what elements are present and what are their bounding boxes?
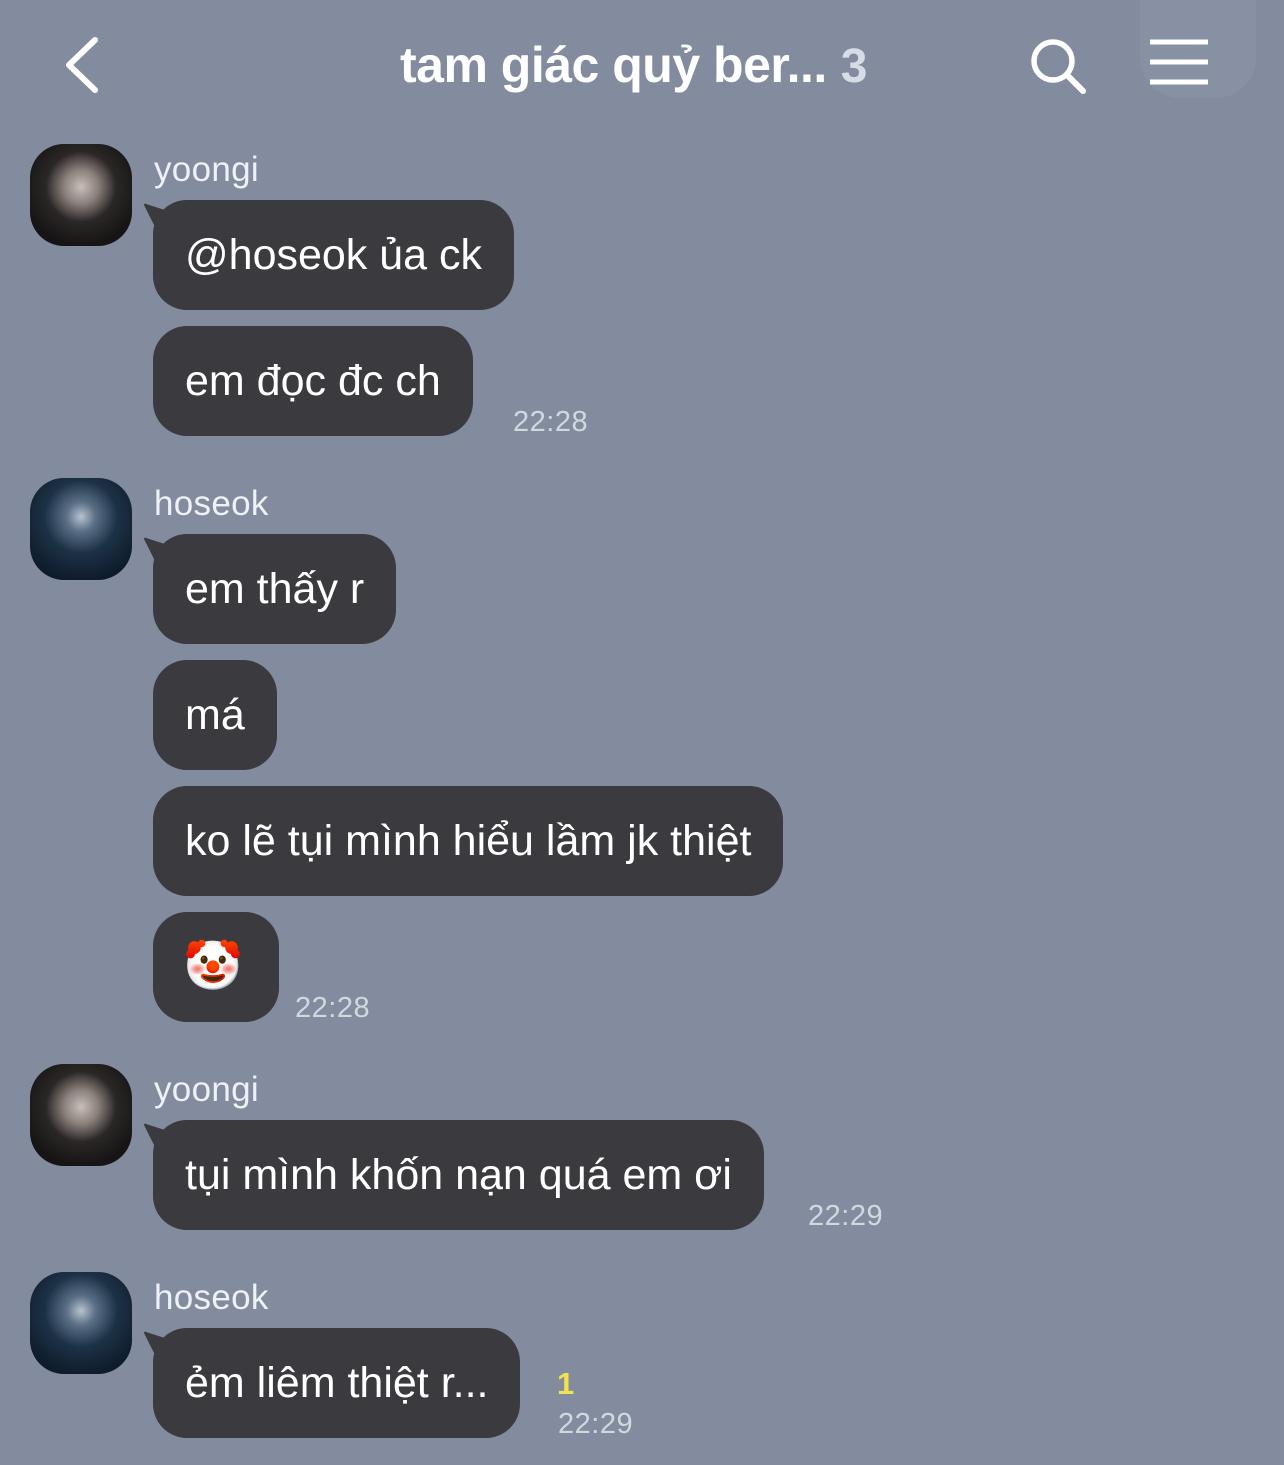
message-bubble[interactable]: @hoseok ủa ck xyxy=(153,200,515,310)
message-bubble[interactable]: em đọc đc ch xyxy=(153,326,473,436)
message-timestamp: 22:29 xyxy=(808,1200,884,1232)
chevron-left-icon xyxy=(66,37,98,93)
chat-screen: tam giác quỷ ber... 3 yoongi @hoseok ủa … xyxy=(0,0,1284,1465)
message-bubble[interactable]: ẻm liêm thiệt r... xyxy=(153,1328,521,1438)
message-timestamp: 22:29 xyxy=(558,1408,634,1440)
message-timestamp: 22:28 xyxy=(295,992,371,1024)
yoongi-avatar[interactable] xyxy=(30,144,132,246)
emoji-bubble[interactable]: 🤡 xyxy=(153,912,279,1022)
chat-title: tam giác quỷ ber... xyxy=(400,37,827,93)
sender-name: yoongi xyxy=(154,1070,259,1109)
hoseok-avatar[interactable] xyxy=(30,478,132,580)
yoongi-avatar[interactable] xyxy=(30,1064,132,1166)
search-button[interactable] xyxy=(1026,34,1090,98)
message-bubble[interactable]: má xyxy=(153,660,277,770)
back-button[interactable] xyxy=(55,30,115,100)
member-count: 3 xyxy=(840,40,868,93)
message-bubble[interactable]: em thấy r xyxy=(153,534,397,644)
sender-name: yoongi xyxy=(154,150,259,189)
chat-title-area[interactable]: tam giác quỷ ber... 3 xyxy=(400,36,867,100)
chat-header: tam giác quỷ ber... 3 xyxy=(0,0,1284,130)
sender-name: hoseok xyxy=(154,1278,269,1317)
search-icon xyxy=(1031,39,1086,94)
sender-name: hoseok xyxy=(154,484,269,523)
unread-count-badge: 1 xyxy=(557,1366,575,1401)
message-bubble[interactable]: ko lẽ tụi mình hiểu lầm jk thiệt xyxy=(153,786,784,896)
hoseok-avatar[interactable] xyxy=(30,1272,132,1374)
hamburger-menu-icon xyxy=(1150,39,1208,85)
menu-button[interactable] xyxy=(1140,30,1220,94)
clown-face-emoji: 🤡 xyxy=(183,940,243,993)
message-timestamp: 22:28 xyxy=(513,406,589,438)
message-bubble[interactable]: tụi mình khốn nạn quá em ơi xyxy=(153,1120,764,1230)
